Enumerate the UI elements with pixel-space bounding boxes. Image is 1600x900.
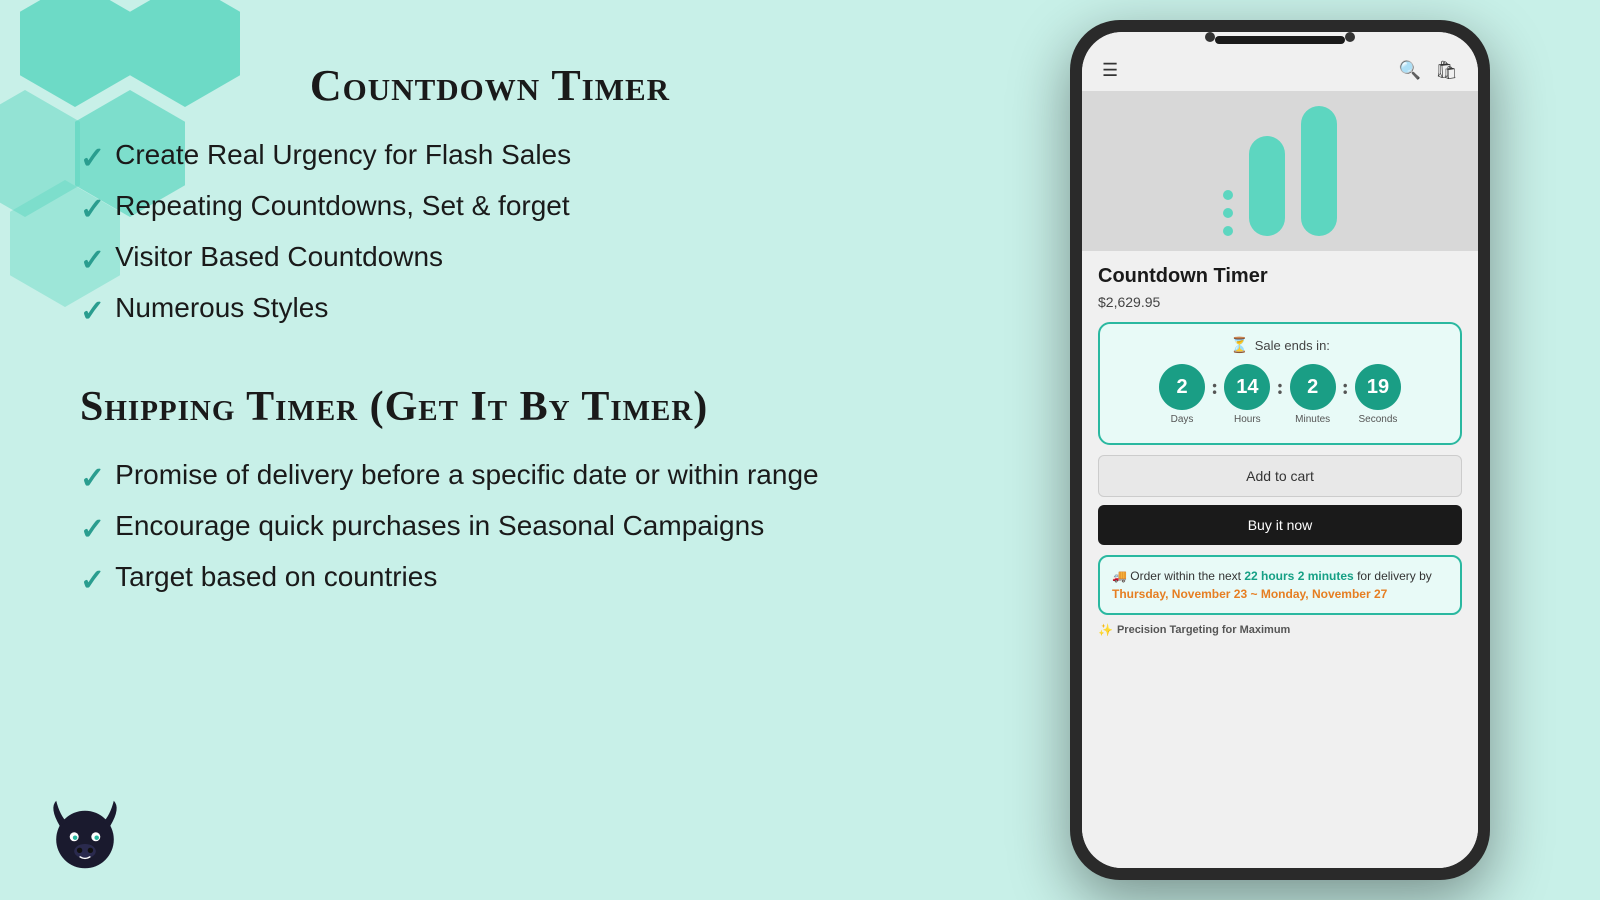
feature-item-1: ✓ Create Real Urgency for Flash Sales [80,139,900,176]
colon-3: : [1342,374,1349,400]
product-dots [1223,180,1233,236]
bull-logo [40,790,130,880]
buy-now-button[interactable]: Buy it now [1098,505,1462,545]
dot-3 [1223,226,1233,236]
phone-topbar-icons: 🔍 🛍 [1399,60,1458,81]
shipping-timer-title: Shipping Timer (Get It By Timer) [80,383,900,431]
phone-camera-left [1205,32,1215,42]
countdown-header: ⏳ Sale ends in: [1116,336,1444,354]
product-shape-1 [1249,136,1285,236]
days-circle: 2 [1159,364,1205,410]
dot-2 [1223,208,1233,218]
hamburger-icon[interactable]: ☰ [1102,60,1118,81]
colon-1: : [1211,374,1218,400]
precision-text: ✨ Precision Targeting for Maximum [1098,623,1462,637]
checkmark-6: ✓ [80,512,105,547]
phone-mockup: ☰ 🔍 🛍 C [1070,20,1490,880]
seconds-label: Seconds [1359,414,1398,425]
phone-camera-right [1345,32,1355,42]
right-panel: ☰ 🔍 🛍 C [960,0,1600,900]
seconds-circle: 19 [1355,364,1401,410]
feature-item-4: ✓ Numerous Styles [80,292,900,329]
feature-text-4: Numerous Styles [115,292,328,324]
product-name: Countdown Timer [1098,265,1462,288]
product-content: Countdown Timer $2,629.95 ⏳ Sale ends in… [1082,251,1478,868]
hours-label: Hours [1234,414,1261,425]
shipping-feature-1: ✓ Promise of delivery before a specific … [80,459,900,496]
countdown-timer-title: Countdown Timer [80,60,900,111]
dot-1 [1223,190,1233,200]
shipping-timer-box: 🚚 Order within the next 22 hours 2 minut… [1098,555,1462,615]
shipping-feature-text-1: Promise of delivery before a specific da… [115,459,818,491]
star-icon: ✨ [1098,623,1113,637]
countdown-numbers: 2 Days : 14 Hours : 2 Minutes [1116,364,1444,425]
search-icon[interactable]: 🔍 [1399,60,1421,81]
add-to-cart-button[interactable]: Add to cart [1098,455,1462,497]
feature-text-3: Visitor Based Countdowns [115,241,443,273]
shipping-date-range: Thursday, November 23 ~ Monday, November… [1112,587,1387,601]
product-illustration [1223,106,1337,236]
feature-text-2: Repeating Countdowns, Set & forget [115,190,570,222]
product-image-area [1082,91,1478,251]
countdown-timer-box: ⏳ Sale ends in: 2 Days : 14 Hours [1098,322,1462,445]
shipping-middle: for delivery by [1357,569,1432,583]
shipping-feature-text-2: Encourage quick purchases in Seasonal Ca… [115,510,764,542]
checkmark-3: ✓ [80,243,105,278]
left-panel: Countdown Timer ✓ Create Real Urgency fo… [0,0,960,900]
feature-text-1: Create Real Urgency for Flash Sales [115,139,571,171]
minutes-unit: 2 Minutes [1290,364,1336,425]
minutes-circle: 2 [1290,364,1336,410]
countdown-features-list: ✓ Create Real Urgency for Flash Sales ✓ … [80,139,900,343]
hours-unit: 14 Hours [1224,364,1270,425]
shipping-feature-text-3: Target based on countries [115,561,437,593]
checkmark-1: ✓ [80,141,105,176]
feature-item-3: ✓ Visitor Based Countdowns [80,241,900,278]
precision-label: Precision Targeting for Maximum [1117,624,1290,636]
product-shape-2 [1301,106,1337,236]
shipping-prefix: Order within the next [1130,569,1241,583]
days-unit: 2 Days [1159,364,1205,425]
checkmark-5: ✓ [80,461,105,496]
hours-circle: 14 [1224,364,1270,410]
hourglass-icon: ⏳ [1230,336,1249,354]
cart-icon[interactable]: 🛍 [1435,60,1458,81]
shipping-highlight-time: 22 hours 2 minutes [1244,569,1353,583]
shipping-feature-3: ✓ Target based on countries [80,561,900,598]
phone-notch [1215,36,1345,44]
minutes-label: Minutes [1295,414,1330,425]
checkmark-7: ✓ [80,563,105,598]
colon-2: : [1276,374,1283,400]
phone-screen: ☰ 🔍 🛍 C [1082,32,1478,868]
sale-ends-label: Sale ends in: [1255,338,1330,353]
product-price: $2,629.95 [1098,294,1462,310]
seconds-unit: 19 Seconds [1355,364,1401,425]
truck-icon: 🚚 [1112,569,1130,583]
days-label: Days [1171,414,1194,425]
checkmark-4: ✓ [80,294,105,329]
shipping-text: 🚚 Order within the next 22 hours 2 minut… [1112,567,1448,603]
shipping-features-list: ✓ Promise of delivery before a specific … [80,459,900,612]
checkmark-2: ✓ [80,192,105,227]
feature-item-2: ✓ Repeating Countdowns, Set & forget [80,190,900,227]
shipping-feature-2: ✓ Encourage quick purchases in Seasonal … [80,510,900,547]
